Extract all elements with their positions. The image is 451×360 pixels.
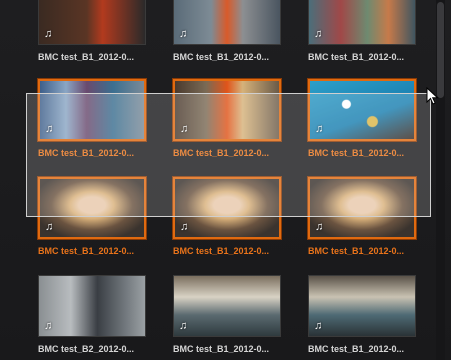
- music-note-icon: ♫: [314, 320, 323, 332]
- scrollbar-thumb[interactable]: [437, 2, 444, 98]
- clip-image: ♫: [38, 0, 146, 45]
- media-pool-panel: ♫ BMC test_B1_2012-0... ♫ BMC test_B1_20…: [0, 0, 451, 360]
- music-note-icon: ♫: [44, 28, 53, 40]
- music-note-icon: ♫: [179, 320, 188, 332]
- mouse-pointer-icon: [426, 87, 439, 105]
- selection-marquee: [26, 93, 431, 217]
- clip-label: BMC test_B1_2012-0...: [173, 344, 270, 354]
- clip-label: BMC test_B1_2012-0...: [38, 52, 135, 62]
- clip-image: ♫: [173, 0, 281, 45]
- music-note-icon: ♫: [44, 320, 53, 332]
- clip-label: BMC test_B1_2012-0...: [308, 52, 405, 62]
- clip-image: ♫: [308, 0, 416, 45]
- clip-label: BMC test_B1_2012-0...: [173, 246, 270, 256]
- clip-label: BMC test_B1_2012-0...: [38, 246, 135, 256]
- clip-label: BMC test_B1_2012-0...: [308, 246, 405, 256]
- music-note-icon: ♫: [315, 221, 324, 233]
- clip-label: BMC test_B1_2012-0...: [173, 52, 270, 62]
- clip-image: ♫: [38, 275, 146, 337]
- music-note-icon: ♫: [314, 28, 323, 40]
- music-note-icon: ♫: [179, 28, 188, 40]
- clip-label: BMC test_B2_2012-0...: [38, 344, 135, 354]
- music-note-icon: ♫: [180, 221, 189, 233]
- clip-label: BMC test_B1_2012-0...: [308, 344, 405, 354]
- music-note-icon: ♫: [45, 221, 54, 233]
- clip-image: ♫: [173, 275, 281, 337]
- clip-image: ♫: [308, 275, 416, 337]
